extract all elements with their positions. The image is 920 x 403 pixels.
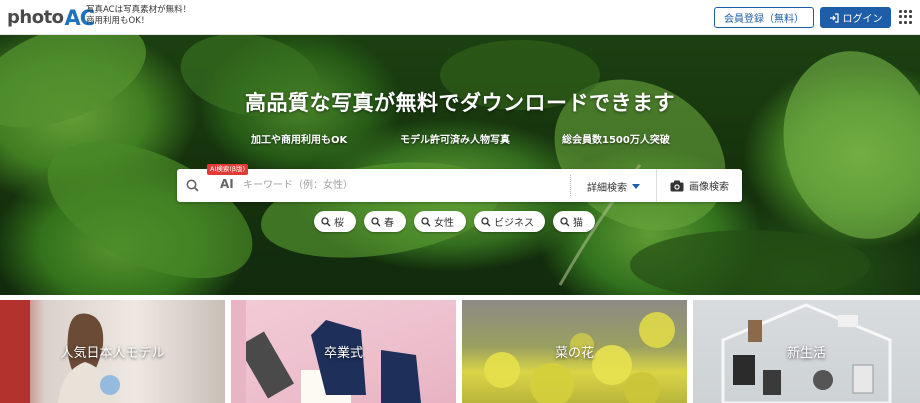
detail-search-label: 詳細検索 bbox=[587, 183, 627, 194]
keyword-chip[interactable]: 春 bbox=[364, 211, 406, 232]
category-label: 卒業式 bbox=[323, 346, 363, 361]
search-icon bbox=[560, 216, 570, 226]
hero-feature-1: 加工や商用利用もOK bbox=[251, 135, 348, 146]
hero-feature-2: モデル許可済み人物写真 bbox=[400, 135, 510, 146]
site-header: photo AC 写真ACは写真素材が無料！ 商用利用もOK！ 会員登録（無料）… bbox=[0, 0, 920, 35]
category-tile-rapeseed-flowers[interactable]: 菜の花 bbox=[462, 300, 687, 403]
image-search-label: 画像検索 bbox=[689, 182, 729, 193]
keyword-chip[interactable]: 猫 bbox=[553, 211, 595, 232]
keyword-chip[interactable]: 桜 bbox=[314, 211, 356, 232]
suggested-keywords: 桜 春 女性 ビジネス 猫 bbox=[0, 211, 920, 233]
hero-title: 高品質な写真が無料でダウンロードできます bbox=[245, 91, 675, 115]
keyword-chip-label: ビジネス bbox=[494, 218, 534, 229]
register-button[interactable]: 会員登録（無料） bbox=[714, 7, 814, 28]
apps-grid-icon[interactable] bbox=[899, 10, 913, 24]
category-tile-japanese-models[interactable]: 人気日本人モデル bbox=[0, 300, 225, 403]
search-input[interactable] bbox=[243, 177, 543, 194]
image-search-button[interactable]: 画像検索 bbox=[670, 178, 729, 193]
search-icon bbox=[321, 216, 331, 226]
hero-banner: 高品質な写真が無料でダウンロードできます 加工や商用利用もOK モデル許可済み人… bbox=[0, 35, 920, 295]
search-divider-2 bbox=[656, 169, 657, 202]
search-icon bbox=[481, 216, 491, 226]
logo-photo-text: photo bbox=[7, 7, 64, 28]
keyword-chip-label: 猫 bbox=[573, 218, 583, 229]
category-tile-graduation[interactable]: 卒業式 bbox=[231, 300, 456, 403]
keyword-chip-label: 桜 bbox=[334, 218, 344, 229]
tagline-line-1: 写真ACは写真素材が無料！ bbox=[86, 5, 192, 15]
tagline-line-2: 商用利用もOK！ bbox=[86, 16, 150, 26]
category-label: 新生活 bbox=[786, 346, 826, 361]
search-icon bbox=[371, 216, 381, 226]
search-icon[interactable] bbox=[186, 179, 199, 192]
category-label: 人気日本人モデル bbox=[60, 346, 165, 361]
search-divider bbox=[570, 175, 571, 196]
login-button[interactable]: ログイン bbox=[820, 7, 891, 28]
detail-search-button[interactable]: 詳細検索 bbox=[587, 179, 640, 194]
camera-icon bbox=[670, 180, 684, 191]
keyword-chip-label: 女性 bbox=[434, 218, 454, 229]
login-icon bbox=[829, 12, 839, 23]
keyword-chip[interactable]: 女性 bbox=[414, 211, 466, 232]
search-icon bbox=[421, 216, 431, 226]
category-tile-new-life[interactable]: 新生活 bbox=[693, 300, 920, 403]
site-tagline: 写真ACは写真素材が無料！ 商用利用もOK！ bbox=[86, 5, 191, 27]
hero-overlay bbox=[0, 35, 920, 295]
ai-search-toggle[interactable]: AI bbox=[220, 177, 234, 191]
category-tiles: 人気日本人モデル 卒業式 菜の花 新生活 bbox=[0, 300, 920, 403]
login-label: ログイン bbox=[842, 14, 883, 25]
site-logo[interactable]: photo AC bbox=[7, 5, 95, 29]
keyword-chip[interactable]: ビジネス bbox=[474, 211, 545, 232]
keyword-chip-label: 春 bbox=[384, 218, 394, 229]
ai-search-badge: AI検索(β版) bbox=[207, 164, 249, 175]
hero-feature-3: 総会員数1500万人突破 bbox=[562, 135, 670, 146]
search-bar: AI検索(β版) AI 詳細検索 画像検索 bbox=[177, 164, 742, 202]
category-label: 菜の花 bbox=[554, 346, 594, 361]
caret-down-icon bbox=[632, 184, 640, 189]
